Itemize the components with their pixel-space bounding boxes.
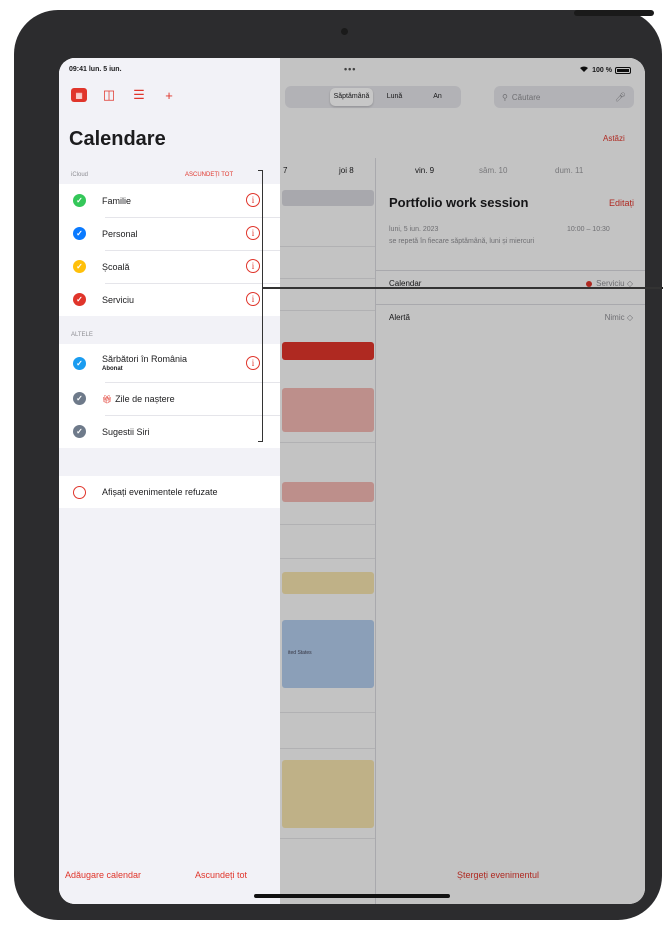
front-camera	[341, 28, 348, 35]
checkmark-icon[interactable]: ✓	[73, 356, 86, 370]
home-indicator[interactable]	[254, 894, 450, 898]
hide-all-button[interactable]: Ascundeți tot	[195, 870, 247, 880]
icloud-calendars: ✓ Familie i ✓ Personal i ✓ Școală i ✓ Se…	[59, 184, 280, 316]
calendar-item-personal[interactable]: ✓ Personal i	[59, 217, 280, 250]
checkmark-icon[interactable]: ✓	[73, 260, 86, 273]
screen: 09:41 lun. 5 iun. ••• 100 % Săptămână Lu…	[59, 58, 645, 904]
dim-overlay[interactable]	[280, 58, 645, 904]
checkmark-icon[interactable]: ✓	[73, 392, 86, 405]
show-declined-label: Afișați evenimentele refuzate	[102, 487, 218, 497]
status-time: 09:41 lun. 5 iun.	[69, 66, 122, 73]
calendar-item-birthdays[interactable]: ✓ 🎁︎ Zile de naștere	[59, 382, 280, 415]
calendar-item-text: 🎁︎ Zile de naștere	[102, 394, 175, 404]
callout-bracket	[258, 170, 263, 442]
calendar-item-label: Sărbători în România	[102, 354, 188, 364]
gift-icon: 🎁︎	[102, 394, 113, 404]
calendar-item-scoala[interactable]: ✓ Școală i	[59, 250, 280, 283]
status-bar: 09:41 lun. 5 iun.	[59, 58, 280, 80]
calendar-item-serviciu[interactable]: ✓ Serviciu i	[59, 283, 280, 316]
sidebar-toolbar: ▦ ◫ ☰ +	[71, 87, 177, 103]
checkmark-icon[interactable]: ✓	[73, 293, 86, 306]
calendar-item-label: Zile de naștere	[115, 393, 175, 404]
hide-all-icloud-button[interactable]: ASCUNDEȚI TOT	[185, 172, 233, 178]
calendar-item-familie[interactable]: ✓ Familie i	[59, 184, 280, 217]
ipad-frame: 09:41 lun. 5 iun. ••• 100 % Săptămână Lu…	[14, 10, 662, 920]
calendars-icon[interactable]: ▦	[71, 88, 87, 102]
inbox-icon[interactable]: ◫	[101, 87, 117, 102]
list-icon[interactable]: ☰	[131, 87, 147, 102]
calendar-item-siri[interactable]: ✓ Sugestii Siri	[59, 415, 280, 448]
device-button	[574, 10, 654, 16]
calendar-item-holidays[interactable]: ✓ Sărbători în România Abonat i	[59, 344, 280, 382]
add-calendar-button[interactable]: Adăugare calendar	[65, 870, 141, 880]
calendar-item-label: Sugestii Siri	[102, 426, 150, 437]
callout-line	[263, 287, 663, 289]
others-header: ALTELE	[71, 332, 93, 338]
calendars-sidebar: 09:41 lun. 5 iun. ▦ ◫ ☰ + Calendare iClo…	[59, 58, 280, 904]
calendar-item-label: Personal	[102, 228, 138, 239]
calendar-item-label: Serviciu	[102, 294, 135, 305]
checkmark-icon[interactable]: ✓	[73, 227, 86, 240]
add-icon[interactable]: +	[161, 88, 177, 103]
unchecked-circle-icon[interactable]	[73, 485, 86, 499]
icloud-header: iCloud	[71, 172, 89, 178]
sidebar-title: Calendare	[69, 128, 166, 150]
checkmark-icon[interactable]: ✓	[73, 194, 86, 207]
other-calendars: ✓ Sărbători în România Abonat i ✓ 🎁︎ Zile…	[59, 344, 280, 448]
calendar-item-label: Familie	[102, 195, 132, 206]
calendar-item-label: Școală	[102, 261, 130, 272]
show-declined-toggle[interactable]: Afișați evenimentele refuzate	[59, 476, 280, 508]
calendar-item-text: Sărbători în România Abonat	[102, 354, 187, 372]
checkmark-icon[interactable]: ✓	[73, 425, 86, 438]
subscribed-label: Abonat	[102, 366, 123, 372]
